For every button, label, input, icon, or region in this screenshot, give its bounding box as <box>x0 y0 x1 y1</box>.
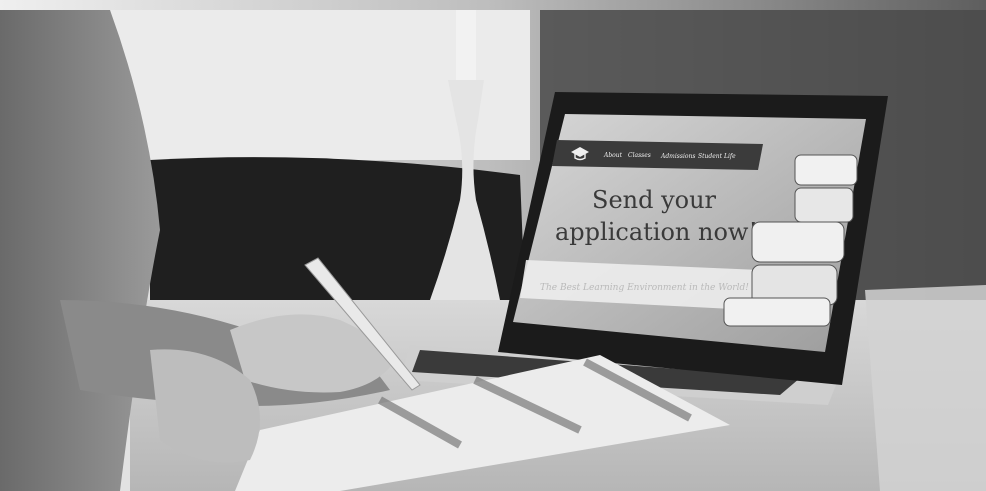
screen-headline-line2: application now! <box>555 218 758 246</box>
nav-item-admissions[interactable]: Admissions <box>660 153 695 160</box>
nav-item-student-life[interactable]: Student Life <box>698 153 736 160</box>
candle <box>456 10 476 80</box>
screen-headline-line1: Send your <box>592 186 717 214</box>
screen-tagline: The Best Learning Environment in the Wor… <box>540 283 749 293</box>
nav-item-about[interactable]: About <box>603 152 623 159</box>
nav-item-classes[interactable]: Classes <box>628 152 651 159</box>
pencil-cup <box>865 285 986 491</box>
photo-scene: About Classes Admissions Student Life Se… <box>0 0 986 491</box>
